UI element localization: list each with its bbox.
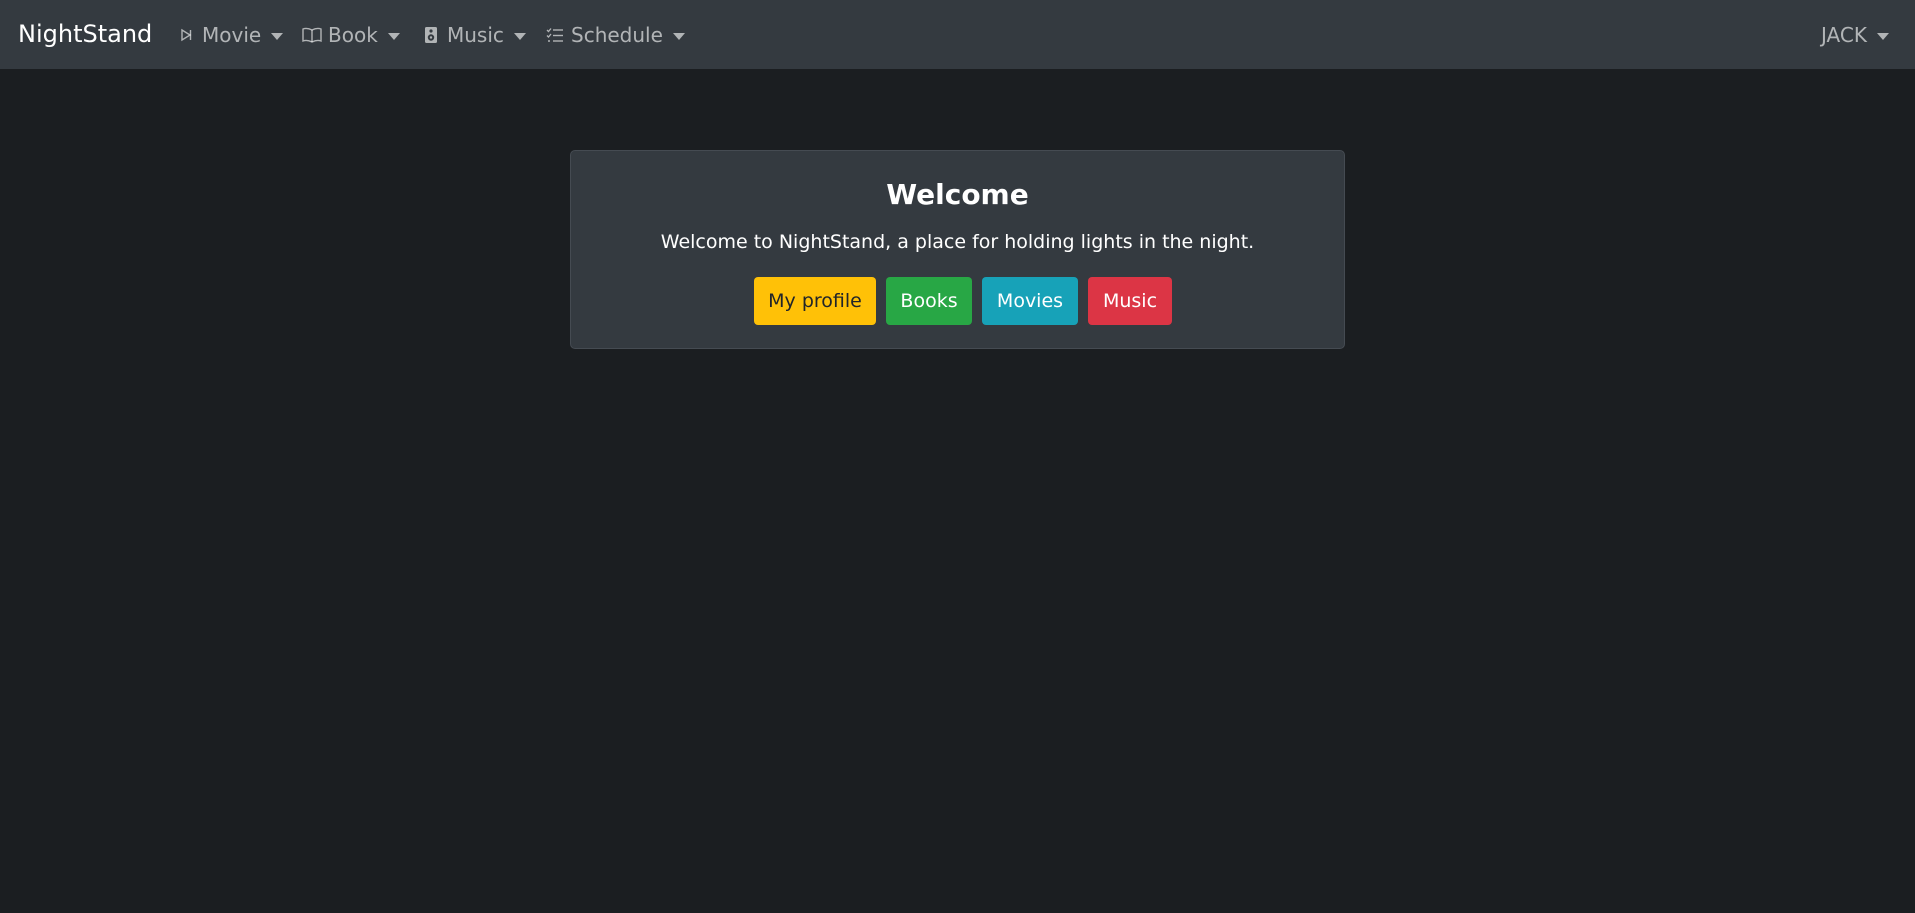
- speaker-icon: [421, 25, 441, 45]
- nav-label-movie: Movie: [202, 23, 262, 47]
- nav-dropdown-movie[interactable]: Movie: [176, 21, 284, 49]
- caret-down-icon: [513, 32, 526, 40]
- caret-down-icon: [387, 32, 400, 40]
- nav-label-music: Music: [447, 23, 504, 47]
- play-icon: [176, 25, 196, 45]
- nav-label-book: Book: [328, 23, 378, 47]
- my-profile-button[interactable]: My profile: [754, 277, 876, 325]
- book-icon: [302, 25, 322, 45]
- caret-down-icon: [1876, 32, 1889, 40]
- user-menu-dropdown[interactable]: JACK: [1821, 21, 1889, 49]
- top-navbar: NightStand Movie Book Music Schedule JAC…: [0, 0, 1915, 69]
- welcome-title: Welcome: [886, 178, 1029, 211]
- nav-dropdown-music[interactable]: Music: [421, 21, 526, 49]
- welcome-text: Welcome to NightStand, a place for holdi…: [660, 231, 1255, 253]
- books-button[interactable]: Books: [886, 277, 972, 325]
- nav-dropdown-book[interactable]: Book: [302, 21, 400, 49]
- nav-label-schedule: Schedule: [571, 23, 663, 47]
- user-name: JACK: [1821, 23, 1867, 47]
- welcome-card: Welcome Welcome to NightStand, a place f…: [570, 150, 1345, 349]
- music-button[interactable]: Music: [1088, 277, 1172, 325]
- movies-button[interactable]: Movies: [982, 277, 1078, 325]
- nav-dropdown-schedule[interactable]: Schedule: [545, 21, 685, 49]
- brand-logo-link[interactable]: NightStand: [18, 19, 152, 49]
- caret-down-icon: [271, 32, 284, 40]
- list-icon: [545, 25, 565, 45]
- caret-down-icon: [672, 32, 685, 40]
